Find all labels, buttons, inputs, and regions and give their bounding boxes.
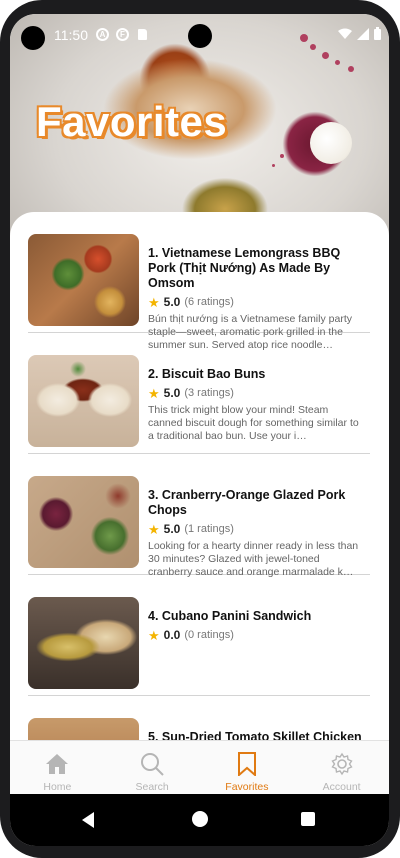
recipe-rating: ★ 0.0 (0 ratings): [148, 628, 364, 642]
bottom-nav: Home Search Favorites Account: [10, 740, 389, 794]
recipe-description: This trick might blow your mind! Steam c…: [148, 404, 359, 442]
nav-account[interactable]: Account: [294, 741, 389, 794]
wifi-icon: [338, 28, 352, 39]
star-icon: ★: [148, 385, 160, 401]
rating-score: 5.0: [163, 295, 181, 309]
phone-frame: 11:50 A F Favorites 1. Vietnamese Lemong…: [0, 0, 400, 858]
recipe-rating: ★ 5.0 (3 ratings): [148, 386, 364, 400]
page-title: Favorites: [36, 98, 228, 145]
nav-search[interactable]: Search: [105, 741, 200, 794]
battery-icon: [374, 27, 381, 40]
star-icon: ★: [148, 521, 160, 537]
recipe-title[interactable]: 2. Biscuit Bao Buns: [148, 367, 364, 382]
a-icon: A: [96, 28, 109, 41]
signal-icon: [357, 27, 369, 40]
home-icon: [44, 751, 70, 777]
recents-icon[interactable]: [301, 812, 315, 826]
recipe-thumbnail[interactable]: [28, 597, 139, 689]
recipe-thumbnail[interactable]: [28, 234, 139, 326]
nav-label: Favorites: [225, 781, 269, 793]
front-camera: [188, 24, 212, 48]
screen: 11:50 A F Favorites 1. Vietnamese Lemong…: [10, 14, 389, 846]
sd-card-icon: [138, 29, 147, 40]
nav-label: Home: [43, 781, 72, 793]
rating-count: (1 ratings): [184, 523, 234, 535]
nav-label: Account: [322, 781, 361, 793]
recipe-title[interactable]: 3. Cranberry-Orange Glazed Pork Chops: [148, 488, 364, 518]
recipe-title[interactable]: 4. Cubano Panini Sandwich: [148, 609, 364, 624]
f-icon: F: [116, 28, 129, 41]
status-right-icons: [338, 27, 381, 40]
rating-count: (3 ratings): [184, 387, 234, 399]
rating-count: (0 ratings): [184, 629, 234, 641]
nav-label: Search: [135, 781, 169, 793]
star-icon: ★: [148, 627, 160, 643]
favorite-item[interactable]: 3. Cranberry-Orange Glazed Pork Chops ★ …: [28, 454, 370, 578]
system-nav-bar: [10, 794, 389, 846]
bookmark-icon: [234, 751, 260, 777]
recipe-thumbnail[interactable]: [28, 476, 139, 568]
favorites-list[interactable]: 1. Vietnamese Lemongrass BBQ Pork (Thịt …: [10, 212, 389, 772]
egg-garnish: [310, 122, 352, 164]
home-button-icon[interactable]: [192, 811, 208, 827]
recipe-rating: ★ 5.0 (1 ratings): [148, 522, 364, 536]
recipe-rating: ★ 5.0 (6 ratings): [148, 295, 364, 309]
nav-home[interactable]: Home: [10, 741, 105, 794]
camera-hole: [21, 26, 45, 50]
favorite-item[interactable]: 4. Cubano Panini Sandwich ★ 0.0 (0 ratin…: [28, 575, 370, 696]
rating-count: (6 ratings): [184, 296, 234, 308]
rating-score: 0.0: [163, 628, 181, 642]
status-time: 11:50: [54, 27, 88, 43]
rating-score: 5.0: [163, 386, 181, 400]
rating-score: 5.0: [163, 522, 181, 536]
status-bar: 11:50 A F: [10, 14, 389, 52]
recipe-description: Looking for a hearty dinner ready in les…: [148, 540, 359, 578]
gear-icon: [329, 751, 355, 777]
back-icon[interactable]: [82, 812, 94, 828]
star-icon: ★: [148, 294, 160, 310]
recipe-thumbnail[interactable]: [28, 355, 139, 447]
favorite-item[interactable]: 1. Vietnamese Lemongrass BBQ Pork (Thịt …: [28, 212, 370, 351]
nav-favorites[interactable]: Favorites: [200, 741, 295, 794]
recipe-title[interactable]: 1. Vietnamese Lemongrass BBQ Pork (Thịt …: [148, 246, 364, 291]
favorite-item[interactable]: 2. Biscuit Bao Buns ★ 5.0 (3 ratings) Th…: [28, 333, 370, 454]
recipe-description: [148, 646, 364, 685]
search-icon: [139, 751, 165, 777]
